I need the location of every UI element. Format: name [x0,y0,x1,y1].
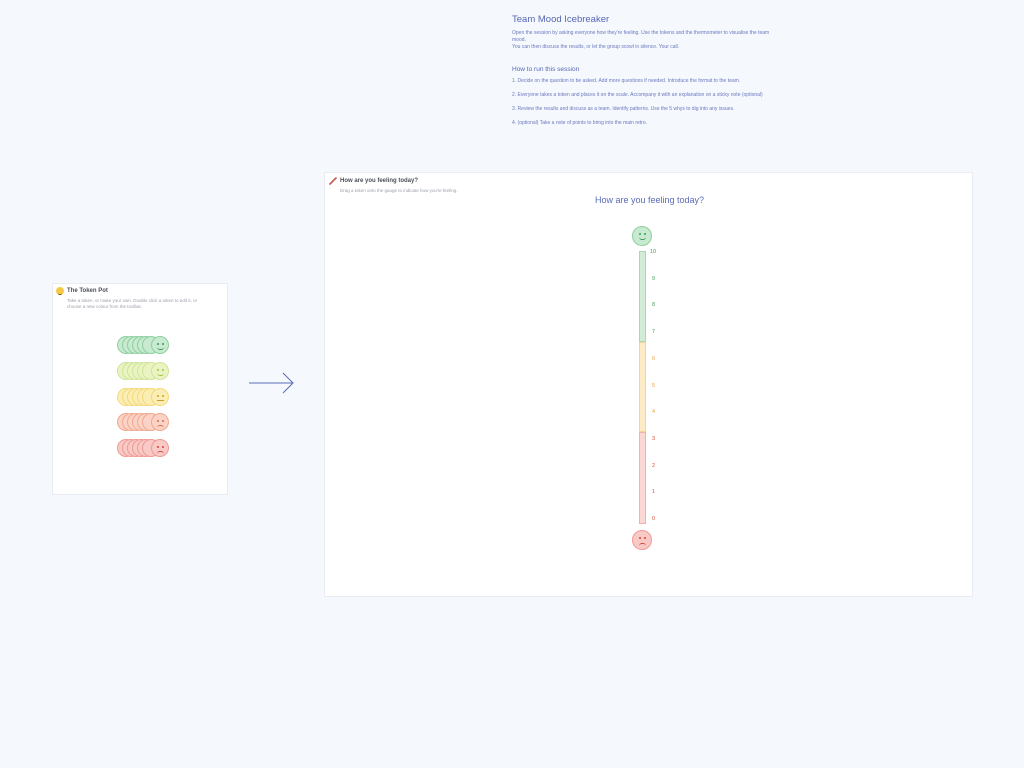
eye [639,233,641,235]
mouth [157,347,164,350]
gauge-tick-9: 9 [652,275,656,282]
very-happy-face-icon[interactable] [151,336,169,354]
gauge-title: How are you feeling today? [340,178,419,184]
gauge-tick-5: 5 [652,382,656,389]
token-stack-happy[interactable] [117,362,177,382]
step-4: 4. (optional) Take a note of points to b… [512,120,647,126]
mouth [639,543,646,546]
token-stack-neutral[interactable] [117,388,177,408]
gauge-tick-7: 7 [652,329,656,336]
token-pot-description: Take a token, or make your own. Double c… [67,298,198,309]
gauge-segment-high[interactable] [639,251,646,342]
eye [644,233,646,235]
gauge-segment-mid[interactable] [639,342,646,432]
eye [162,420,164,422]
step-1: 1. Decide on the question to be asked. A… [512,78,741,84]
gauge-question: How are you feeling today? [594,195,705,205]
happy-face-icon[interactable] [151,362,169,380]
mouth [157,425,164,428]
session-title: Team Mood Icebreaker [512,14,610,25]
eye [162,369,164,371]
gauge-card[interactable]: How are you feeling today? Drag a token … [324,172,973,597]
eye [157,369,159,371]
token-pot-card[interactable]: The Token Pot Take a token, or make your… [52,283,228,495]
smiley-icon [56,287,64,295]
angry-face-icon [632,530,652,550]
gauge-tick-1: 1 [652,489,656,496]
arrow-right-icon [249,372,294,394]
gauge-tick-3: 3 [652,435,656,442]
neutral-face-icon[interactable] [151,388,169,406]
eye [162,395,164,397]
eye [157,446,159,448]
eye [644,537,646,539]
intro-line-2: You can then discuss the results, or let… [512,44,680,50]
sad-face-icon[interactable] [151,413,169,431]
gauge-tick-2: 2 [652,462,656,469]
instructions-block: Team Mood Icebreaker Open the session by… [512,14,784,134]
eye [157,395,159,397]
step-3: 3. Review the results and discuss as a t… [512,106,735,112]
eye [157,420,159,422]
gauge-header: How are you feeling today? [329,177,418,185]
token-stack-sad[interactable] [117,413,177,433]
mouth [157,399,164,401]
eye [157,343,159,345]
howto-title: How to run this session [512,66,580,73]
mouth [157,451,164,454]
gauge-segment-low[interactable] [639,432,646,524]
mouth [157,373,164,376]
angry-face-icon[interactable] [151,439,169,457]
pencil-icon [329,177,337,185]
happy-face-icon [632,226,652,246]
gauge-tick-0: 0 [652,516,656,522]
intro-line-1: Open the session by asking everyone how … [512,30,770,43]
eye [639,537,641,539]
mouth [639,237,646,240]
gauge-tick-4: 4 [652,409,656,416]
eye [162,343,164,345]
step-2: 2. Everyone takes a token and places it … [512,92,763,98]
token-stack-very-happy[interactable] [117,336,177,356]
token-stack-angry[interactable] [117,439,177,459]
token-pot-header: The Token Pot [56,287,108,295]
gauge-tick-6: 6 [652,355,656,362]
gauge-tick-8: 8 [652,302,656,309]
gauge-description: Drag a token onto the gauge to indicate … [340,188,458,193]
token-pot-title: The Token Pot [67,288,108,294]
gauge-tick-10: 10 [650,249,657,255]
eye [162,446,164,448]
